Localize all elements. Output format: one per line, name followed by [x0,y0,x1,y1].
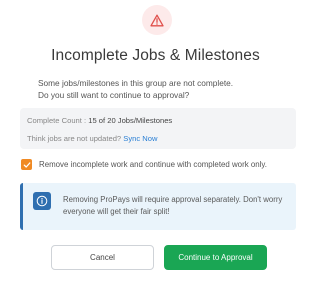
remove-incomplete-checkbox[interactable] [21,159,32,170]
info-alert: Removing ProPays will require approval s… [20,183,296,230]
complete-count-label: Complete Count : [27,116,87,125]
message-line-1: Some jobs/milestones in this group are n… [38,78,234,88]
sync-line: Think jobs are not updated? Sync Now [27,134,157,143]
complete-count-line: Complete Count : 15 of 20 Jobs/Milestone… [27,116,172,125]
dialog-title: Incomplete Jobs & Milestones [51,47,260,64]
remove-incomplete-label[interactable]: Remove incomplete work and continue with… [39,160,267,169]
dialog-message: Some jobs/milestones in this group are n… [38,77,298,101]
complete-count-value: 15 of 20 Jobs/Milestones [88,116,173,125]
info-text: Removing ProPays will require approval s… [63,195,283,216]
warning-icon-badge [142,5,172,35]
checkmark-icon [23,161,30,168]
warning-triangle-icon [150,14,164,27]
info-icon [33,192,51,210]
remove-incomplete-option[interactable]: Remove incomplete work and continue with… [21,159,267,170]
not-updated-text: Think jobs are not updated? [27,134,122,143]
complete-count-panel: Complete Count : 15 of 20 Jobs/Milestone… [20,108,296,149]
cancel-button[interactable]: Cancel [51,245,154,270]
message-line-2: Do you still want to continue to approva… [38,90,190,100]
continue-to-approval-button[interactable]: Continue to Approval [164,245,267,270]
incomplete-jobs-dialog: Incomplete Jobs & Milestones Some jobs/m… [0,0,311,292]
sync-now-link[interactable]: Sync Now [123,134,157,143]
